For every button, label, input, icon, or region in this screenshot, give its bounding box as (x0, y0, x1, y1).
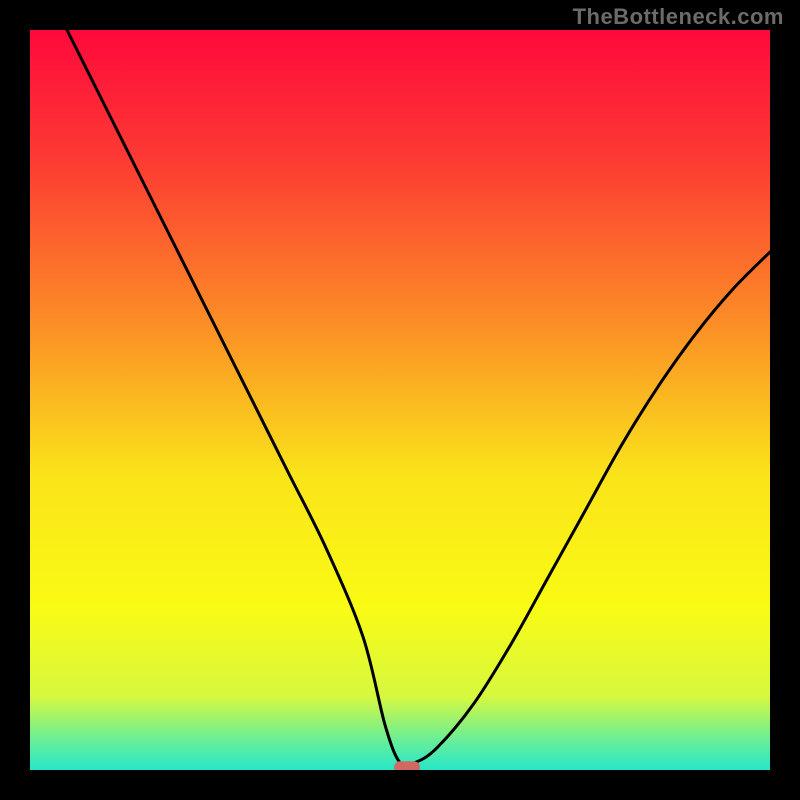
optimal-marker (394, 761, 420, 770)
chart-frame: TheBottleneck.com (0, 0, 800, 800)
bottleneck-curve (30, 30, 770, 770)
plot-area (30, 30, 770, 770)
watermark-text: TheBottleneck.com (573, 4, 784, 30)
